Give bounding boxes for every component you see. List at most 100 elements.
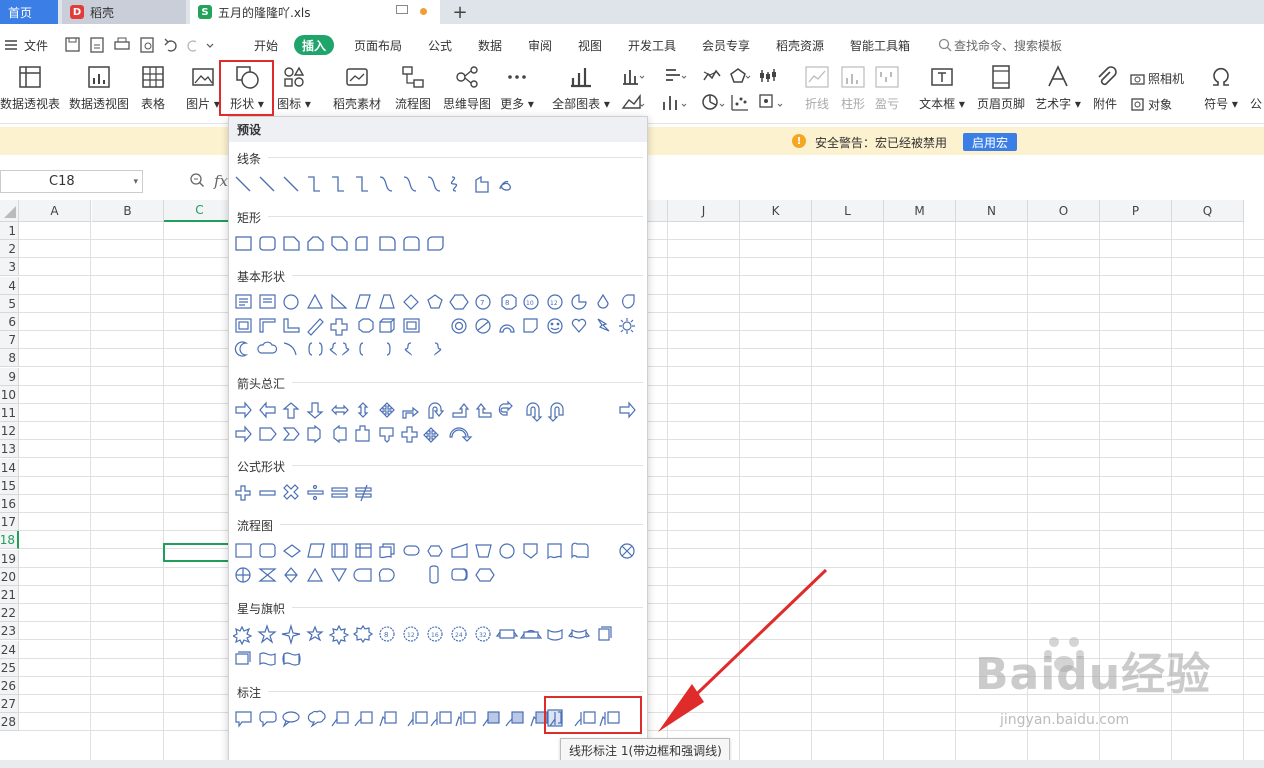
redo-icon[interactable] xyxy=(187,40,197,52)
row-header[interactable]: 4 xyxy=(0,277,19,295)
row-header[interactable]: 28 xyxy=(0,713,19,731)
column-header[interactable]: L xyxy=(812,200,884,222)
elbow-double-arrow-connector-shape[interactable] xyxy=(356,176,368,192)
pie-chart-icon[interactable] xyxy=(702,94,725,110)
more-button[interactable]: 更多 ▾ xyxy=(498,64,536,112)
column-header[interactable]: P xyxy=(1100,200,1172,222)
menu-data[interactable]: 数据 xyxy=(478,36,502,54)
row-header[interactable]: 22 xyxy=(0,604,19,622)
freeform-shape[interactable] xyxy=(475,175,489,193)
enable-macro-button[interactable]: 启用宏 xyxy=(963,133,1017,151)
export-pdf-icon[interactable] xyxy=(90,37,104,53)
curved-connector-shape[interactable] xyxy=(379,176,393,192)
row-header[interactable]: 13 xyxy=(0,440,19,458)
sparkline-winloss-button[interactable]: 盈亏 xyxy=(870,64,904,112)
sparkline-line-button[interactable]: 折线 xyxy=(800,64,834,112)
column-header[interactable]: Q xyxy=(1172,200,1244,222)
formula-shapes-row[interactable] xyxy=(233,483,383,505)
formula-insert-button[interactable]: 公 xyxy=(1248,64,1264,112)
menu-vip[interactable]: 会员专享 xyxy=(702,36,750,54)
row-header[interactable]: 25 xyxy=(0,659,19,677)
column-header[interactable]: B xyxy=(92,200,164,222)
row-header[interactable]: 14 xyxy=(0,459,19,477)
arrow-line-shape[interactable] xyxy=(259,176,275,192)
elbow-connector-shape[interactable] xyxy=(308,176,320,192)
tab-home[interactable]: 首页 xyxy=(0,0,58,24)
column-header[interactable]: C xyxy=(164,200,236,222)
monitor-icon[interactable] xyxy=(396,5,408,14)
row-header[interactable]: 8 xyxy=(0,349,19,367)
save-icon[interactable] xyxy=(65,37,80,52)
stars-banners-grid[interactable]: 8 12 16 24 32 xyxy=(233,624,643,670)
print-icon[interactable] xyxy=(114,37,130,50)
tab-daoke[interactable]: D 稻壳 xyxy=(62,0,186,24)
curved-double-arrow-connector-shape[interactable] xyxy=(427,176,441,192)
curve-shape[interactable] xyxy=(450,176,458,192)
row-header[interactable]: 17 xyxy=(0,513,19,531)
symbol-button[interactable]: 符号 ▾ xyxy=(1202,64,1240,112)
header-footer-button[interactable]: 页眉页脚 xyxy=(974,64,1028,112)
row-header[interactable]: 19 xyxy=(0,550,19,568)
camera-button[interactable]: 照相机 xyxy=(1130,70,1184,87)
row-header[interactable]: 11 xyxy=(0,404,19,422)
row-header[interactable]: 1 xyxy=(0,222,19,240)
all-charts-button[interactable]: 全部图表 ▾ xyxy=(552,64,610,112)
zoom-icon[interactable] xyxy=(189,172,205,188)
sparkline-column-button[interactable]: 柱形 xyxy=(836,64,870,112)
select-all-corner[interactable] xyxy=(0,200,19,222)
map-chart-icon[interactable] xyxy=(759,94,783,108)
textbox-button[interactable]: 文本框 ▾ xyxy=(918,64,966,112)
column-header[interactable]: O xyxy=(1028,200,1100,222)
chevron-down-icon[interactable] xyxy=(206,43,214,48)
row-header[interactable]: 23 xyxy=(0,622,19,640)
menu-insert[interactable]: 插入 xyxy=(294,35,335,55)
object-button[interactable]: 对象 xyxy=(1130,96,1172,113)
row-header[interactable]: 27 xyxy=(0,695,19,713)
menu-view[interactable]: 视图 xyxy=(578,36,602,54)
snip-same-side-rectangle-shape[interactable] xyxy=(307,236,324,251)
curved-arrow-connector-shape[interactable] xyxy=(403,176,417,192)
name-box[interactable]: C18 ▾ xyxy=(0,170,143,193)
row-header[interactable]: 16 xyxy=(0,495,19,513)
column-header[interactable]: J xyxy=(668,200,740,222)
row-header[interactable]: 2 xyxy=(0,240,19,258)
round-single-corner-rectangle-shape[interactable] xyxy=(379,236,396,251)
row-header[interactable]: 21 xyxy=(0,586,19,604)
column-chart-icon[interactable] xyxy=(623,70,645,85)
row-header[interactable]: 24 xyxy=(0,641,19,659)
round-same-side-rectangle-shape[interactable] xyxy=(403,236,420,251)
round-diagonal-rectangle-shape[interactable] xyxy=(427,236,444,251)
snip-corner-rectangle-shape[interactable] xyxy=(283,236,300,251)
basic-shapes-grid[interactable]: 7 8 10 12 xyxy=(233,292,643,364)
scatter-chart-icon[interactable] xyxy=(731,95,748,111)
menu-start[interactable]: 开始 xyxy=(254,36,278,54)
wordart-button[interactable]: 艺术字 ▾ xyxy=(1034,64,1082,112)
scribble-shape[interactable] xyxy=(499,180,511,191)
menu-formula[interactable]: 公式 xyxy=(428,36,452,54)
rectangle-shape[interactable] xyxy=(235,236,252,251)
row-header[interactable]: 20 xyxy=(0,568,19,586)
icon-button[interactable]: 图标 ▾ xyxy=(274,64,314,112)
bar-chart-h-icon[interactable] xyxy=(666,69,687,81)
line-shape[interactable] xyxy=(235,176,251,192)
tab-file[interactable]: S 五月的隆隆吖.xls xyxy=(190,0,440,24)
row-header[interactable]: 15 xyxy=(0,477,19,495)
column-header[interactable]: N xyxy=(956,200,1028,222)
row-header[interactable]: 26 xyxy=(0,677,19,695)
radar-chart-icon[interactable] xyxy=(730,68,751,83)
column-header[interactable]: M xyxy=(884,200,956,222)
row-header[interactable]: 12 xyxy=(0,422,19,440)
pivot-table-button[interactable]: 数据透视表 xyxy=(0,64,60,112)
daoke-material-button[interactable]: 稻壳素材 xyxy=(330,64,384,112)
line-chart-icon[interactable] xyxy=(703,69,721,81)
pivot-chart-button[interactable]: 数据透视图 xyxy=(64,64,134,112)
elbow-arrow-connector-shape[interactable] xyxy=(332,176,344,192)
arrows-grid[interactable] xyxy=(233,400,643,446)
file-menu-button[interactable]: 文件 xyxy=(4,36,48,54)
flowchart-button[interactable]: 流程图 xyxy=(392,64,434,112)
row-header[interactable]: 6 xyxy=(0,313,19,331)
fx-icon[interactable]: fx xyxy=(214,172,228,190)
snip-diagonal-rectangle-shape[interactable] xyxy=(331,236,348,251)
chevron-down-icon[interactable]: ▾ xyxy=(133,177,138,187)
attachment-button[interactable]: 附件 xyxy=(1090,64,1120,112)
